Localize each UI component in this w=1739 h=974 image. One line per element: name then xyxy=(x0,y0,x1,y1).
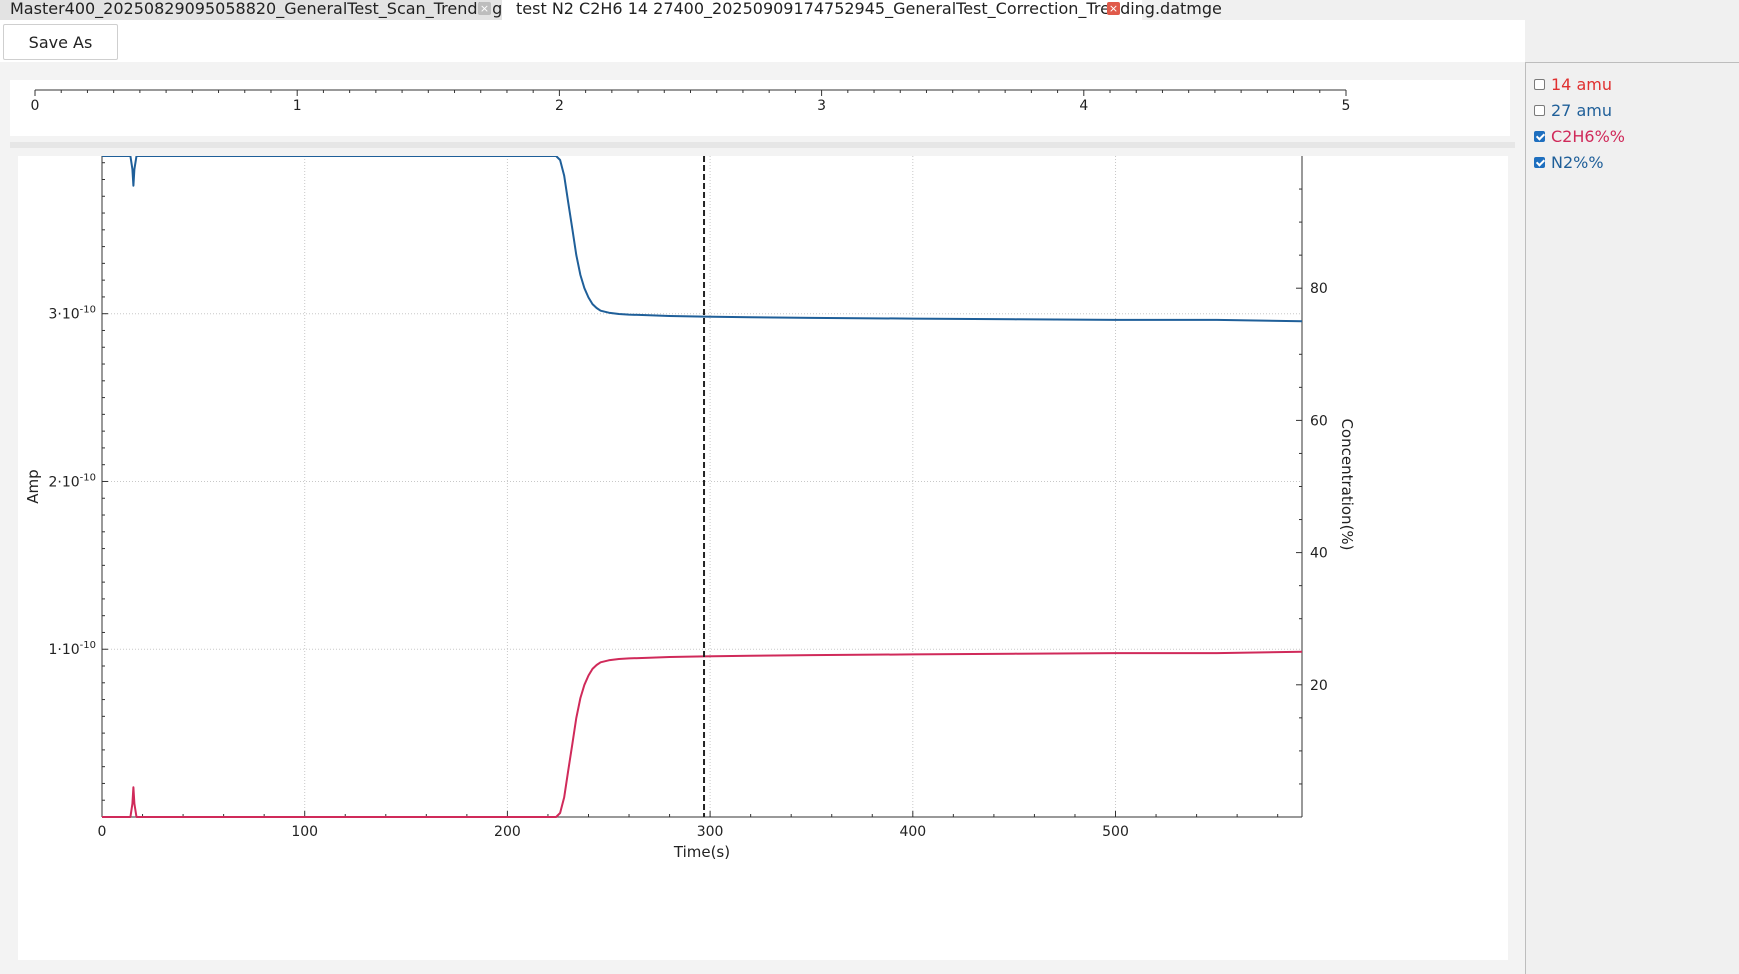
left-tick-label: 2·10-10 xyxy=(48,472,96,490)
close-icon[interactable]: × xyxy=(1107,2,1120,15)
plot-panel[interactable]: 1·10-10 2·10-10 3·10-10 Amp 0 100 200 300 400 500… xyxy=(18,155,1508,960)
overview-tick-label: 0 xyxy=(31,98,40,114)
right-tick-label: 80 xyxy=(1310,281,1328,297)
checkbox[interactable] xyxy=(1534,79,1545,90)
splitter-handle[interactable] xyxy=(10,142,1515,148)
left-tick-label: 1·10-10 xyxy=(48,640,96,658)
toolbar xyxy=(0,20,1525,62)
overview-range-bar[interactable]: 0 1 2 3 4 5 xyxy=(10,80,1510,136)
y-axis-label-right: Concentration(%) xyxy=(1338,418,1356,550)
close-icon[interactable]: × xyxy=(478,2,491,15)
x-tick-label: 100 xyxy=(291,824,318,840)
x-tick-label: 300 xyxy=(697,824,724,840)
checkbox[interactable] xyxy=(1534,157,1545,168)
left-tick-label: 3·10-10 xyxy=(48,305,96,323)
overview-tick-label: 3 xyxy=(817,98,826,114)
tab-correction-trending[interactable]: test N2 C2H6 14 27400_20250909174752945_… xyxy=(502,0,1222,20)
checkbox[interactable] xyxy=(1534,131,1545,142)
tab-bar: Master400_20250829095058820_GeneralTest_… xyxy=(0,0,1739,20)
x-tick-label: 400 xyxy=(899,824,926,840)
right-tick-label: 60 xyxy=(1310,413,1328,429)
overview-tick-label: 1 xyxy=(293,98,302,114)
legend-label: 14 amu xyxy=(1551,75,1612,94)
x-axis-label: Time(s) xyxy=(673,843,730,861)
legend-label: 27 amu xyxy=(1551,101,1612,120)
legend-panel: 14 amu 27 amu C2H6%% N2%% xyxy=(1525,62,1739,974)
x-tick-label: 500 xyxy=(1102,824,1129,840)
legend-label: C2H6%% xyxy=(1551,127,1625,146)
overview-tick-label: 2 xyxy=(555,98,564,114)
overview-tick-label: 4 xyxy=(1079,98,1088,114)
y-axis-label-left: Amp xyxy=(24,469,42,503)
checkbox[interactable] xyxy=(1534,105,1545,116)
series-line-c2h6 xyxy=(102,650,1303,818)
overview-tick-label: 5 xyxy=(1342,98,1351,114)
right-tick-label: 40 xyxy=(1310,546,1328,562)
legend-label: N2%% xyxy=(1551,153,1604,172)
x-tick-label: 0 xyxy=(98,824,107,840)
tab-scan-trending[interactable]: Master400_20250829095058820_GeneralTest_… xyxy=(0,0,569,20)
save-as-button[interactable]: Save As xyxy=(3,24,118,60)
x-tick-label: 200 xyxy=(494,824,521,840)
trend-chart[interactable]: 1·10-10 2·10-10 3·10-10 Amp 0 100 200 300 400 500… xyxy=(18,155,1508,960)
series-line-n2 xyxy=(102,155,1303,323)
grid xyxy=(102,156,1302,817)
overview-axis: 0 1 2 3 4 5 xyxy=(31,89,1351,114)
right-tick-label: 20 xyxy=(1310,678,1328,694)
